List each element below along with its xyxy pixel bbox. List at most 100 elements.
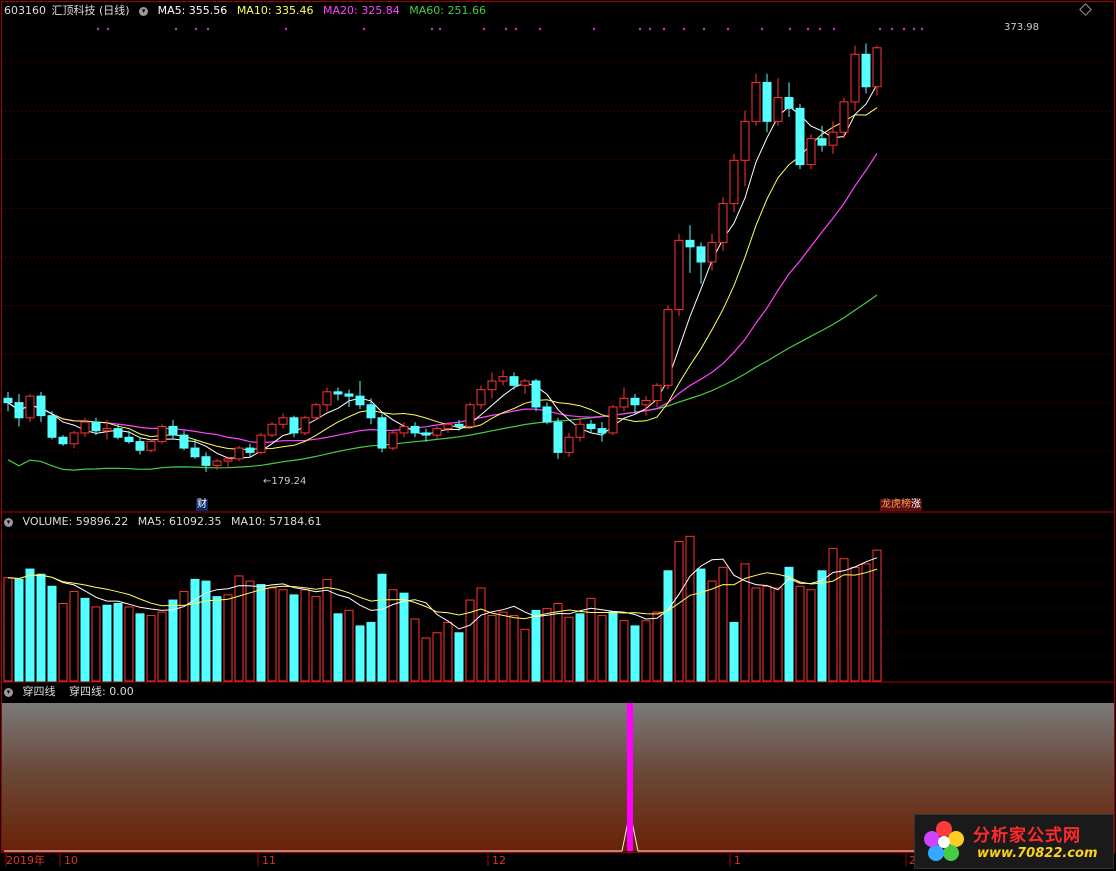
volume-bar-up — [586, 597, 596, 682]
signal-dot — [194, 27, 198, 31]
volume-bar-down — [135, 613, 145, 682]
candle-down — [685, 239, 695, 248]
ma10-label: MA10: 335.46 — [236, 4, 314, 17]
volume-bar-up — [707, 580, 717, 682]
candle-down — [410, 425, 420, 434]
candle-down — [795, 107, 805, 166]
volume-bar-down — [80, 597, 90, 682]
candle-up — [399, 425, 409, 434]
candle-down — [597, 428, 607, 434]
settings-dropdown-icon[interactable]: ▾ — [139, 6, 149, 16]
volume-bar-up — [3, 577, 13, 682]
volume-bar-down — [333, 613, 343, 682]
candle-up — [432, 428, 442, 436]
volume-bar-up — [553, 603, 563, 682]
candle-up — [267, 423, 277, 436]
signal-dot — [430, 27, 434, 31]
candle-down — [333, 391, 343, 395]
signal-dot — [638, 27, 642, 31]
volume-bar-down — [729, 621, 739, 682]
chart-canvas[interactable] — [0, 0, 1116, 871]
volume-ma5-label: MA5: 61092.35 — [137, 515, 222, 528]
candle-down — [366, 404, 376, 419]
volume-bar-up — [685, 535, 695, 682]
signal-dot — [538, 27, 542, 31]
signal-dot — [662, 27, 666, 31]
volume-bar-up — [773, 587, 783, 682]
candle-up — [102, 428, 112, 432]
axis-month-11: 11 — [262, 854, 276, 867]
volume-bar-up — [223, 594, 233, 682]
volume-bar-up — [58, 603, 68, 682]
candlesticks — [3, 43, 882, 472]
candle-up — [146, 441, 156, 451]
axis-month-10: 10 — [64, 854, 78, 867]
volume-bar-down — [201, 580, 211, 682]
volume-bar-down — [454, 632, 464, 682]
volume-bar-up — [509, 615, 519, 682]
volume-header: ▾ VOLUME: 59896.22 MA5: 61092.35 MA10: 5… — [4, 515, 328, 529]
candle-down — [135, 441, 145, 451]
candle-up — [476, 389, 486, 406]
signal-dot — [206, 27, 210, 31]
candle-up — [388, 432, 398, 449]
logo-title: 分析家公式网 — [973, 826, 1081, 846]
volume-bar-up — [157, 611, 167, 682]
volume-dropdown-icon[interactable]: ▾ — [4, 517, 13, 527]
volume-bar-down — [212, 596, 222, 682]
candle-down — [377, 417, 387, 449]
candle-down — [3, 397, 13, 404]
candle-up — [740, 120, 750, 161]
volume-bar-up — [564, 616, 574, 682]
volume-bar-up — [762, 585, 772, 682]
candle-up — [25, 395, 35, 419]
volume-bar-up — [421, 637, 431, 682]
indicator-dropdown-icon[interactable]: ▾ — [4, 687, 13, 697]
price-header: 603160 汇顶科技 (日线) ▾ MA5: 355.56 MA10: 335… — [4, 4, 492, 18]
volume-bar-down — [14, 578, 24, 682]
volume-bar-down — [355, 625, 365, 682]
volume-bar-up — [267, 587, 277, 682]
signal-dot — [920, 27, 924, 31]
candle-down — [190, 447, 200, 458]
flower-logo-icon — [924, 821, 964, 861]
volume-bar-up — [69, 590, 79, 682]
signal-dot — [174, 27, 178, 31]
stock-name: 汇顶科技 — [51, 4, 96, 17]
volume-bar-up — [432, 632, 442, 682]
volume-bar-down — [168, 599, 178, 682]
volume-bar-down — [113, 603, 123, 682]
candle-up — [839, 101, 849, 133]
candle-up — [652, 384, 662, 401]
signal-bar — [627, 703, 633, 851]
signal-dot — [504, 27, 508, 31]
signal-dot — [96, 27, 100, 31]
candle-up — [157, 425, 167, 443]
candle-down — [509, 376, 519, 386]
signal-dot — [482, 27, 486, 31]
candle-down — [531, 380, 541, 408]
signal-dot — [438, 27, 442, 31]
signal-dot — [726, 27, 730, 31]
volume-bar-up — [806, 589, 816, 682]
ma20-label: MA20: 325.84 — [323, 4, 400, 17]
candle-down — [355, 395, 365, 406]
signal-dot — [284, 27, 288, 31]
volume-ma10-label: MA10: 57184.61 — [230, 515, 322, 528]
volume-bar-down — [696, 568, 706, 682]
volume-bar-down — [366, 621, 376, 682]
volume-bar-up — [278, 589, 288, 682]
volume-bar-up — [828, 547, 838, 682]
volume-bar-up — [91, 606, 101, 682]
signal-dot — [912, 27, 916, 31]
candle-down — [817, 138, 827, 146]
finance-event-tag[interactable]: 财 — [196, 499, 208, 511]
longhu-event-tag[interactable]: 龙虎榜涨 — [880, 499, 922, 511]
candle-up — [663, 309, 673, 386]
watermark-logo: 分析家公式网 www.70822.com — [914, 814, 1114, 869]
candle-down — [91, 421, 101, 432]
candle-down — [421, 432, 431, 436]
candle-down — [124, 436, 134, 443]
candle-down — [179, 434, 189, 449]
volume-bar-down — [399, 592, 409, 682]
